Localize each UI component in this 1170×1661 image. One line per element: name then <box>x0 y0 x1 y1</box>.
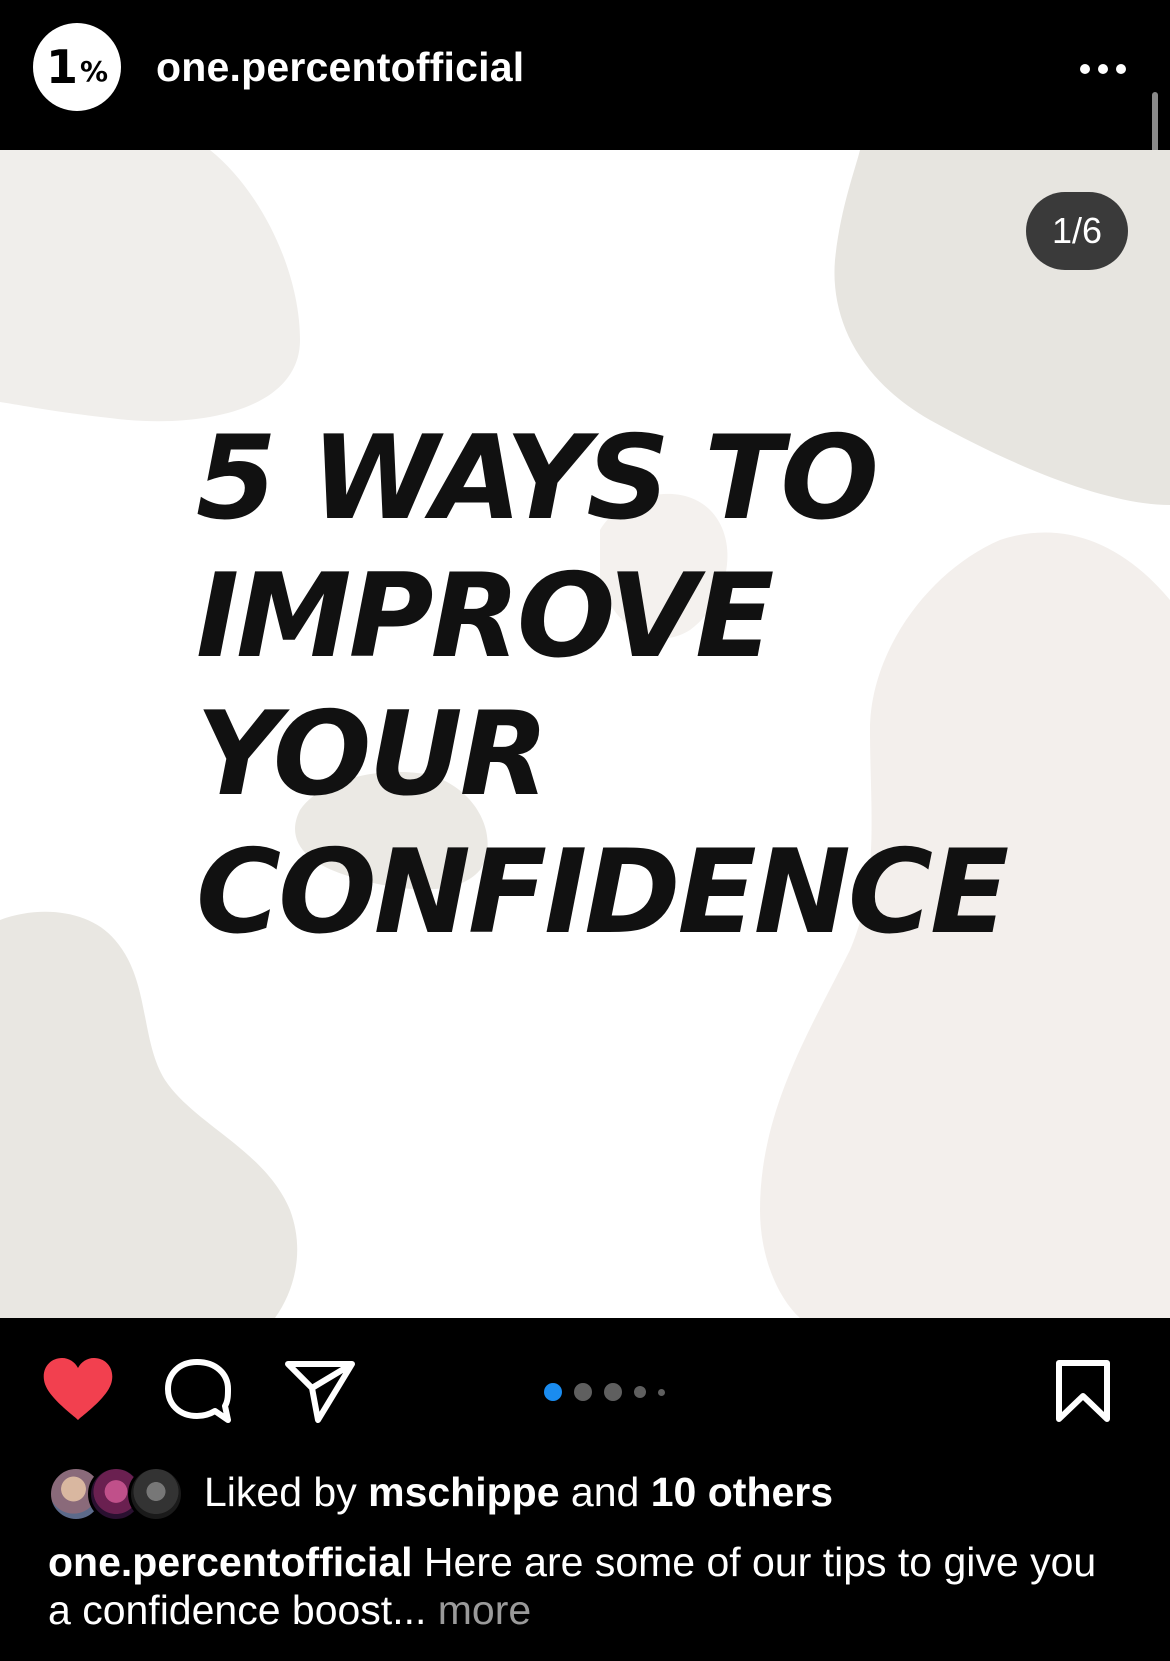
liker-avatars <box>48 1464 190 1522</box>
likes-text: Liked by mschippe and 10 others <box>204 1469 833 1516</box>
post-image[interactable]: 1/6 5 WAYS TO IMPROVE YOUR CONFIDENCE <box>0 150 1170 1318</box>
profile-avatar[interactable]: 1 % <box>33 23 121 111</box>
comment-icon[interactable] <box>164 1358 234 1424</box>
share-send-icon[interactable] <box>284 1358 356 1424</box>
more-options-icon[interactable] <box>1078 58 1128 80</box>
liker-username[interactable]: mschippe <box>368 1469 559 1515</box>
post-headline: 5 WAYS TO IMPROVE YOUR CONFIDENCE <box>196 411 1009 960</box>
carousel-dots <box>544 1382 665 1402</box>
avatar-one: 1 <box>45 40 78 94</box>
save-bookmark-icon[interactable] <box>1055 1360 1111 1422</box>
likes-prefix: Liked by <box>204 1468 357 1515</box>
carousel-dot <box>634 1386 646 1398</box>
caption-more-link[interactable]: more <box>438 1587 531 1633</box>
carousel-dot <box>604 1383 622 1401</box>
slide-counter: 1/6 <box>1026 192 1128 270</box>
carousel-dot <box>574 1383 592 1401</box>
post-username[interactable]: one.percentofficial <box>156 44 524 91</box>
liker-avatar <box>128 1466 184 1522</box>
post-header: 1 % one.percentofficial <box>0 0 1170 207</box>
likes-middle: and <box>570 1468 640 1515</box>
likes-row[interactable]: Liked by mschippe and 10 others <box>48 1462 833 1522</box>
carousel-dot <box>658 1388 665 1396</box>
like-heart-icon[interactable] <box>42 1358 114 1422</box>
avatar-percent: % <box>79 55 109 88</box>
post-caption: one.percentofficial Here are some of our… <box>48 1538 1128 1634</box>
carousel-dot-active <box>544 1383 562 1401</box>
likes-others[interactable]: 10 others <box>651 1469 833 1515</box>
caption-username[interactable]: one.percentofficial <box>48 1539 413 1585</box>
